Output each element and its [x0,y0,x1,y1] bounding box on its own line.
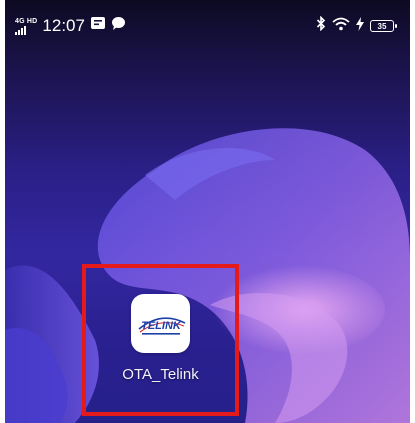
battery-level: 35 [377,21,387,31]
charging-icon [356,16,364,36]
status-bar-left: 4G HD 12:07 [15,16,126,36]
telink-logo-icon: TELINK [137,316,185,335]
network-type-label: 4G HD [15,17,38,25]
signal-bars [15,25,26,35]
status-bar: 4G HD 12:07 35 [5,0,410,52]
bluetooth-icon [316,15,326,36]
status-bar-right: 35 [316,15,397,36]
app-label-ota-telink[interactable]: OTA_Telink [100,366,221,383]
chat-bubble-icon [111,16,126,36]
wifi-icon [332,16,350,36]
notification-icon [90,16,106,36]
battery-icon: 35 [370,20,397,32]
app-icon-ota-telink[interactable]: TELINK [131,294,190,353]
phone-screen: 4G HD 12:07 35 TELINK OTA_Telink [0,0,415,423]
status-time: 12:07 [42,16,85,35]
telink-logo-text: TELINK [141,320,182,332]
signal-icon: 4G HD [15,18,37,35]
